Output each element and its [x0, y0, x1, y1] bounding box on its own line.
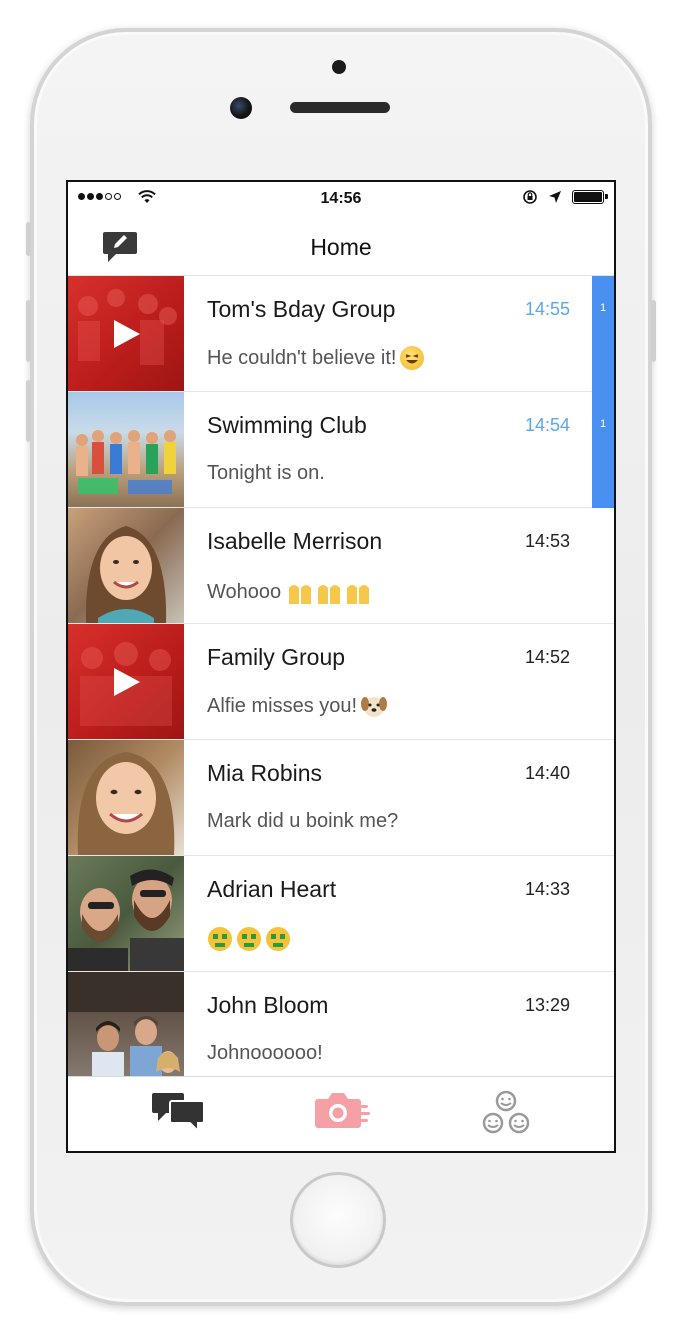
power-button	[651, 300, 656, 362]
message-time: 14:53	[524, 531, 570, 551]
rotation-lock-icon	[523, 190, 537, 204]
conversation-row[interactable]: Adrian Heart 14:33	[68, 856, 614, 972]
play-icon[interactable]	[112, 318, 142, 350]
avatar	[68, 740, 184, 855]
conversation-row[interactable]: Family Group Alfie misses you! 14:52	[68, 624, 614, 740]
volume-down-button	[26, 380, 31, 442]
play-icon[interactable]	[112, 666, 142, 698]
message-time: 14:55	[524, 299, 570, 319]
volume-up-button	[26, 300, 31, 362]
chat-bubbles-icon[interactable]	[152, 1091, 206, 1131]
message-time: 14:40	[524, 763, 570, 783]
unread-badge: 1	[592, 276, 614, 392]
video-thumbnail	[68, 624, 184, 739]
conversation-row[interactable]: Swimming Club Tonight is on. 14:54 1	[68, 392, 614, 508]
conversation-row[interactable]: John Bloom Johnoooooo! 13:29	[68, 972, 614, 1088]
conversation-name: Mia Robins	[207, 760, 323, 786]
proximity-sensor	[332, 60, 346, 74]
message-preview: He couldn't believe it!	[207, 346, 425, 370]
conversation-list: Tom's Bday Group He couldn't believe it!…	[68, 276, 614, 1088]
people-illustration	[76, 430, 176, 494]
message-preview: Wohooo	[207, 578, 375, 606]
conversation-name: Adrian Heart	[207, 876, 337, 902]
laughing-emoji-icon	[400, 346, 425, 370]
status-bar: 14:56	[68, 182, 614, 216]
message-preview: Alfie misses you!	[207, 694, 388, 718]
conversation-name: John Bloom	[207, 992, 329, 1018]
money-mouth-emoji-icon	[208, 927, 290, 951]
message-preview: Mark did u boink me?	[207, 810, 399, 832]
message-time: 14:33	[524, 879, 570, 899]
conversation-row[interactable]: Tom's Bday Group He couldn't believe it!…	[68, 276, 614, 392]
conversation-name: Swimming Club	[207, 412, 367, 438]
message-time: 14:54	[524, 415, 570, 435]
camera-icon[interactable]	[314, 1091, 372, 1131]
message-preview	[207, 926, 293, 952]
avatar	[68, 856, 184, 971]
video-thumbnail	[68, 276, 184, 391]
page-title: Home	[310, 234, 372, 260]
two-people-illustration	[68, 869, 184, 971]
battery-icon	[572, 190, 608, 204]
message-preview: Johnoooooo!	[207, 1042, 323, 1064]
home-button[interactable]	[290, 1172, 386, 1268]
front-camera	[230, 97, 252, 119]
portrait-illustration	[77, 752, 175, 855]
conversation-row[interactable]: Mia Robins Mark did u boink me? 14:40	[68, 740, 614, 856]
raised-hands-emoji-icon	[289, 585, 370, 604]
dog-face-emoji-icon	[361, 697, 388, 717]
tab-bar	[68, 1076, 614, 1151]
conversation-name: Tom's Bday Group	[207, 296, 396, 322]
conversation-row[interactable]: Isabelle Merrison Wohooo 14:53	[68, 508, 614, 624]
unread-badge: 1	[592, 392, 614, 508]
three-people-illustration	[68, 972, 184, 1087]
conversation-name: Isabelle Merrison	[207, 528, 383, 554]
mute-switch	[26, 222, 31, 256]
portrait-illustration	[85, 526, 167, 623]
location-arrow-icon	[549, 191, 561, 203]
avatar	[68, 508, 184, 623]
earpiece-speaker	[290, 102, 390, 113]
conversation-name: Family Group	[207, 644, 346, 670]
app-screen: 14:56 Home Tom's Bday Group He couldn't …	[66, 180, 616, 1153]
avatar	[68, 972, 184, 1087]
message-time: 13:29	[524, 995, 570, 1015]
people-group-icon[interactable]	[480, 1091, 532, 1137]
navigation-bar: Home	[68, 216, 614, 276]
group-photo-thumbnail	[68, 392, 184, 507]
message-time: 14:52	[524, 647, 570, 667]
message-preview: Tonight is on.	[207, 462, 325, 484]
